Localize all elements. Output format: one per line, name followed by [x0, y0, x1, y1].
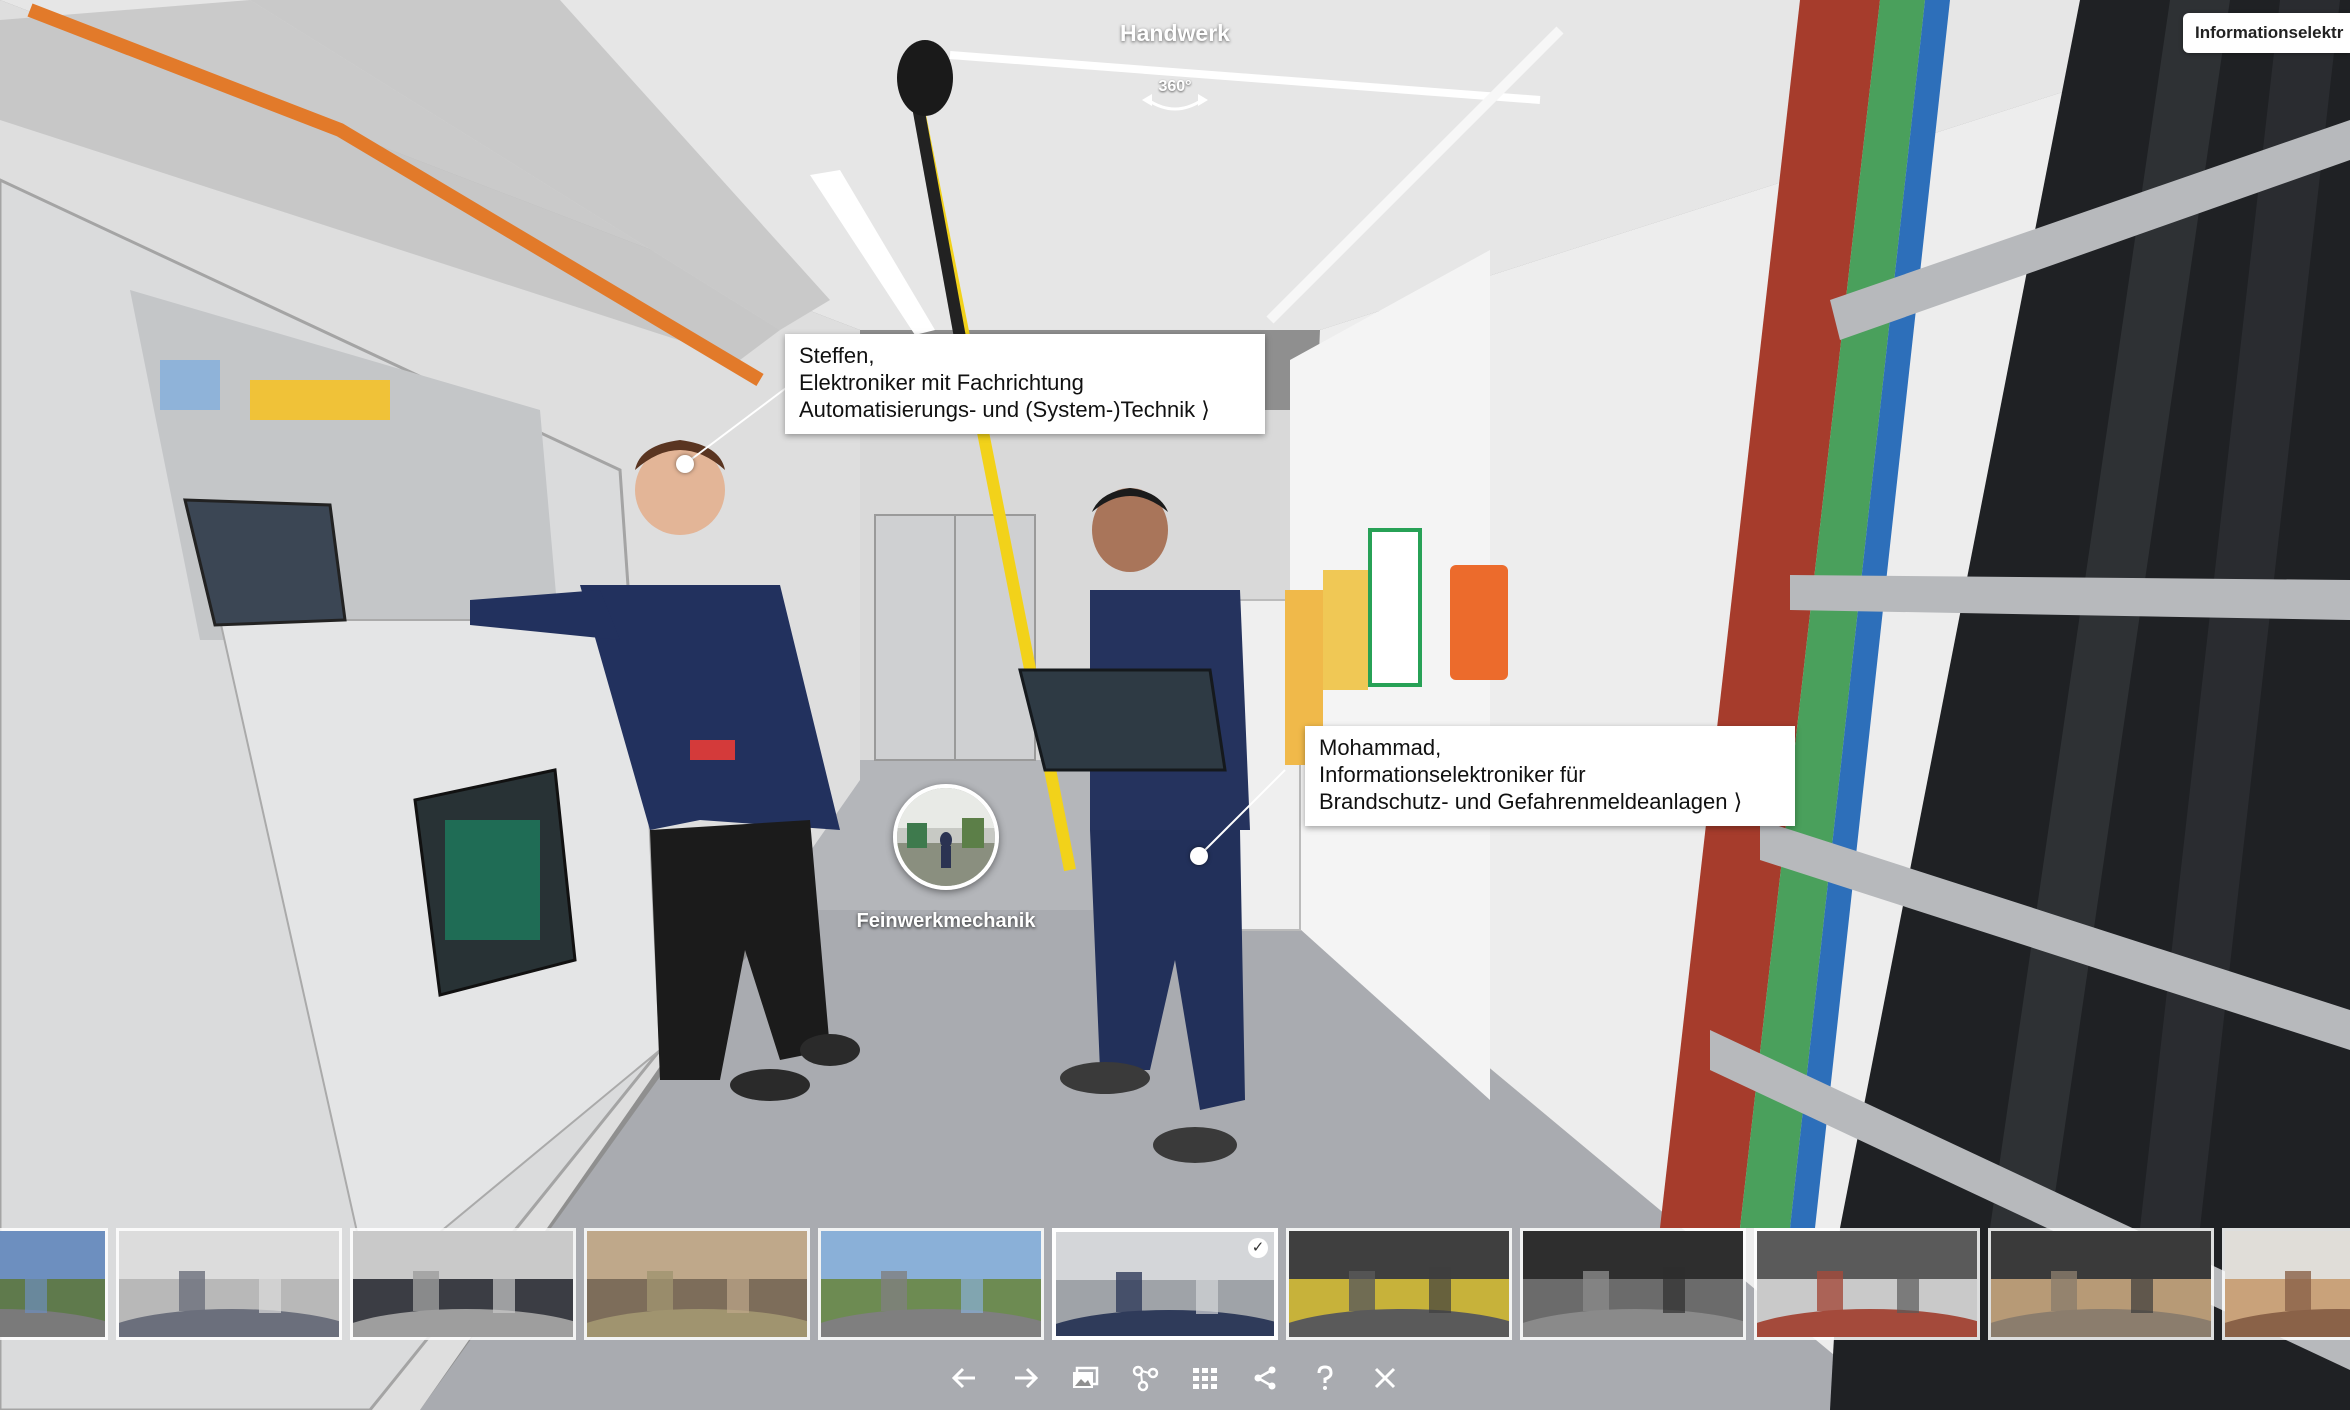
hotspot-mohammad-role: Informationselektroniker für	[1319, 762, 1586, 787]
close-icon	[1374, 1367, 1396, 1389]
gallery-button[interactable]	[1063, 1356, 1107, 1400]
thumbnail-preview	[0, 1231, 105, 1337]
previous-arrow-icon	[951, 1367, 975, 1389]
scene-thumbnail-icon	[897, 788, 995, 886]
thumbnail-preview	[2225, 1231, 2350, 1337]
scene-thumbnail[interactable]	[1520, 1228, 1746, 1340]
hotspot-steffen-role: Elektroniker mit Fachrichtung	[799, 370, 1084, 395]
scene-thumbnail[interactable]	[2222, 1228, 2350, 1340]
scene-illustration	[0, 0, 2350, 1410]
panorama-scene[interactable]	[0, 0, 2350, 1410]
help-button[interactable]	[1303, 1356, 1347, 1400]
hotspot-steffen-card[interactable]: Steffen, Elektroniker mit Fachrichtung A…	[785, 334, 1265, 434]
scene-link-feinwerkmechanik[interactable]	[893, 784, 999, 890]
hotspot-mohammad-specialty-link[interactable]: Brandschutz- und Gefahrenmeldeanlagen ⟩	[1319, 788, 1781, 815]
grid-icon	[1193, 1368, 1217, 1389]
scene-thumbnail[interactable]: ✓	[1052, 1228, 1278, 1340]
scene-title: Handwerk	[1120, 20, 1230, 46]
hotspot-mohammad-marker[interactable]	[1190, 847, 1208, 865]
panorama-viewer[interactable]: Handwerk 360° Informationselektr Steffen…	[0, 0, 2350, 1410]
thumbnail-preview	[119, 1231, 339, 1337]
close-button[interactable]	[1363, 1356, 1407, 1400]
scene-thumbnail[interactable]	[818, 1228, 1044, 1340]
scene-thumbnail[interactable]	[1988, 1228, 2214, 1340]
thumbnail-preview	[821, 1231, 1041, 1337]
hotspot-steffen-name: Steffen,	[799, 343, 875, 368]
scene-thumbnail[interactable]	[1286, 1228, 1512, 1340]
thumbnail-preview	[1056, 1232, 1274, 1336]
thumbnail-preview	[353, 1231, 573, 1337]
share-button[interactable]	[1243, 1356, 1287, 1400]
scene-thumbnail[interactable]	[1754, 1228, 1980, 1340]
scene-link-label[interactable]: Feinwerkmechanik	[835, 910, 1057, 933]
scene-thumbnail[interactable]	[584, 1228, 810, 1340]
next-arrow-icon	[1015, 1367, 1039, 1389]
thumbnail-preview	[1523, 1231, 1743, 1337]
active-check-icon: ✓	[1248, 1238, 1268, 1258]
previous-scene-button[interactable]	[943, 1356, 987, 1400]
info-tab[interactable]: Informationselektr	[2183, 13, 2350, 53]
next-scene-button[interactable]	[1003, 1356, 1047, 1400]
network-icon	[1132, 1365, 1159, 1392]
share-icon	[1254, 1366, 1276, 1390]
hotspot-steffen-specialty-link[interactable]: Automatisierungs- und (System-)Technik ⟩	[799, 396, 1251, 423]
hotspot-mohammad-name: Mohammad,	[1319, 735, 1442, 760]
gallery-icon	[1073, 1366, 1099, 1388]
grid-button[interactable]	[1183, 1356, 1227, 1400]
network-button[interactable]	[1123, 1356, 1167, 1400]
hotspot-steffen-marker[interactable]	[676, 455, 694, 473]
thumbnail-preview	[1289, 1231, 1509, 1337]
scene-thumbnail[interactable]	[350, 1228, 576, 1340]
thumbnail-preview	[587, 1231, 807, 1337]
thumbnail-preview	[1991, 1231, 2211, 1337]
view-360-badge[interactable]: 360°	[1134, 72, 1216, 122]
thumbnail-preview	[1757, 1231, 1977, 1337]
rotate-360-icon	[1142, 94, 1208, 111]
scene-thumbnail[interactable]	[0, 1228, 108, 1340]
hotspot-mohammad-card[interactable]: Mohammad, Informationselektroniker für B…	[1305, 726, 1795, 826]
scene-thumbnail-strip[interactable]: ✓	[0, 1228, 2350, 1346]
scene-thumbnail[interactable]	[116, 1228, 342, 1340]
bottom-toolbar	[935, 1356, 1415, 1406]
help-icon	[1317, 1365, 1333, 1390]
